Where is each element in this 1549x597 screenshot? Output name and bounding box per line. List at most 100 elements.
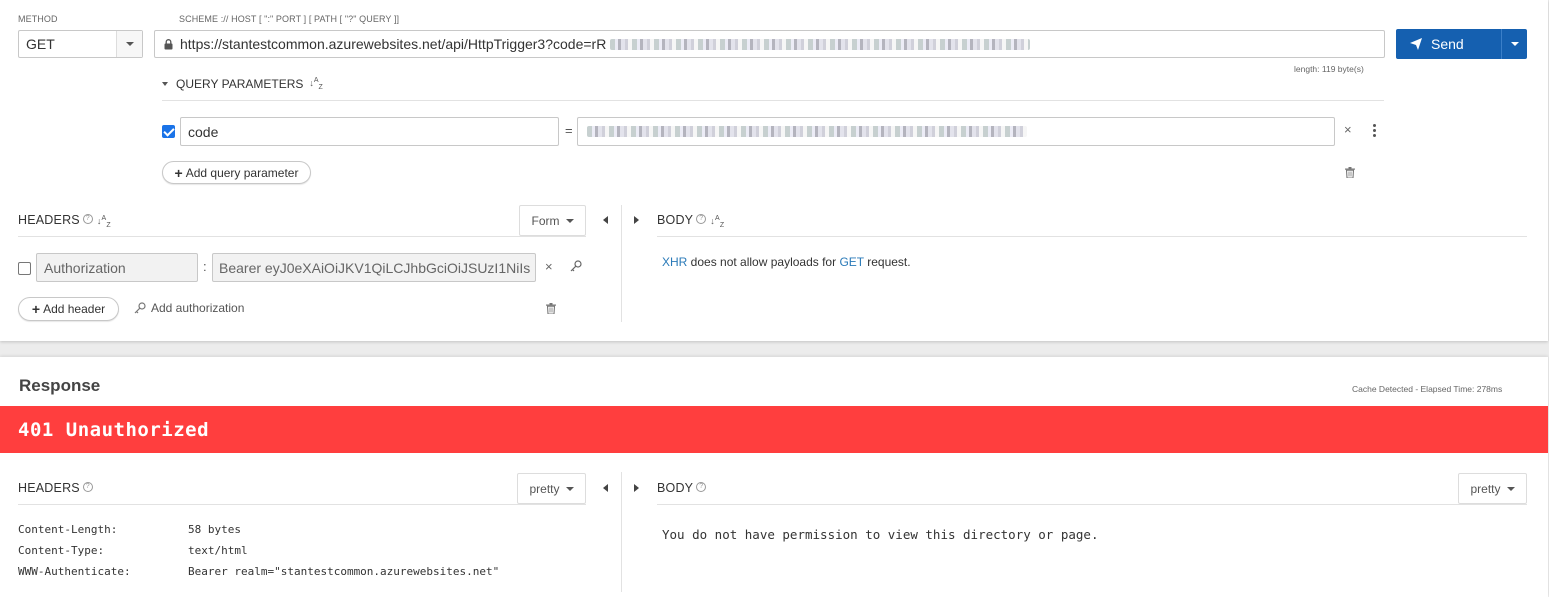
- add-query-parameter-button[interactable]: + Add query parameter: [162, 161, 311, 184]
- chevron-down-icon: [565, 218, 574, 223]
- url-length: length: 119 byte(s): [1294, 64, 1364, 74]
- response-body-title: BODY?: [657, 481, 707, 495]
- add-authorization-button[interactable]: Add authorization: [134, 301, 244, 315]
- request-body-title-text: BODY: [657, 213, 694, 227]
- response-header-value: text/html: [188, 544, 248, 557]
- chevron-down-icon: [565, 486, 574, 491]
- method-value: GET: [26, 36, 55, 52]
- url-input[interactable]: https://stantestcommon.azurewebsites.net…: [154, 30, 1385, 58]
- query-params-toggle[interactable]: QUERY PARAMETERS ↓AZ: [162, 77, 323, 91]
- header-name: Authorization: [44, 259, 126, 276]
- response-header-name: WWW-Authenticate:: [18, 565, 131, 578]
- response-header-value: Bearer realm="stantestcommon.azurewebsit…: [188, 565, 500, 578]
- response-body-mode-dropdown[interactable]: pretty: [1458, 473, 1527, 504]
- header-value-input[interactable]: Bearer eyJ0eXAiOiJKV1QiLCJhbGciOiJSUzI1N…: [212, 253, 536, 282]
- query-param-name-input[interactable]: code: [180, 117, 559, 146]
- header-enabled-checkbox[interactable]: [18, 262, 31, 275]
- collapse-right-icon[interactable]: [634, 484, 639, 492]
- divider: [162, 100, 1384, 101]
- collapse-right-icon[interactable]: [634, 216, 639, 224]
- response-body-text: You do not have permission to view this …: [662, 527, 1099, 542]
- trash-icon[interactable]: [546, 303, 556, 314]
- body-message-end: request.: [863, 255, 911, 269]
- redacted-query-value: [587, 126, 1027, 137]
- method-dropdown-toggle[interactable]: [116, 31, 142, 57]
- get-link[interactable]: GET: [839, 255, 863, 269]
- send-button[interactable]: Send: [1396, 29, 1501, 59]
- query-param-name: code: [188, 123, 219, 140]
- chevron-down-icon: [1510, 42, 1519, 46]
- chevron-down-icon: [125, 42, 134, 46]
- trash-icon[interactable]: [1345, 167, 1355, 178]
- response-panel: Response Cache Detected - Elapsed Time: …: [0, 357, 1548, 597]
- help-icon[interactable]: ?: [696, 214, 707, 224]
- sort-icon[interactable]: ↓AZ: [309, 77, 322, 91]
- response-headers-mode-dropdown[interactable]: pretty: [517, 473, 586, 504]
- query-param-enabled-checkbox[interactable]: [162, 125, 175, 138]
- help-icon[interactable]: ?: [696, 482, 707, 492]
- add-header-button[interactable]: + Add header: [18, 297, 119, 321]
- plus-icon: +: [174, 164, 183, 181]
- status-text: 401 Unauthorized: [18, 419, 210, 441]
- paper-plane-icon: [1410, 38, 1422, 50]
- chevron-down-icon: [162, 82, 168, 86]
- header-name-input[interactable]: Authorization: [36, 253, 198, 282]
- query-params-title: QUERY PARAMETERS: [176, 77, 304, 91]
- response-body-mode-label: pretty: [1470, 481, 1501, 496]
- divider: [18, 504, 586, 505]
- response-header-name: Content-Length:: [18, 523, 118, 536]
- send-button-group: Send: [1396, 29, 1527, 59]
- redacted-url-code: [610, 38, 1031, 50]
- xhr-link[interactable]: XHR: [662, 255, 687, 269]
- status-banner: 401 Unauthorized: [0, 406, 1548, 453]
- url-value: https://stantestcommon.azurewebsites.net…: [180, 36, 607, 52]
- add-header-label: Add header: [43, 302, 106, 316]
- response-headers-title: HEADERS?: [18, 481, 93, 495]
- sort-icon[interactable]: ↓AZ: [710, 215, 724, 229]
- response-headers-title-text: HEADERS: [18, 481, 80, 495]
- response-headers-mode-label: pretty: [529, 481, 560, 496]
- kebab-icon[interactable]: [1373, 124, 1376, 137]
- help-icon[interactable]: ?: [82, 214, 93, 224]
- request-panel: METHOD GET SCHEME :// HOST [ ":" PORT ] …: [0, 0, 1548, 341]
- headers-mode-dropdown[interactable]: Form: [519, 205, 586, 236]
- method-select[interactable]: GET: [18, 30, 143, 58]
- divider: [657, 504, 1527, 505]
- key-icon[interactable]: [570, 260, 582, 272]
- sort-icon[interactable]: ↓AZ: [97, 215, 111, 229]
- panel-splitter[interactable]: [621, 472, 622, 592]
- request-headers-title: HEADERS? ↓AZ: [18, 213, 111, 229]
- body-message: XHR does not allow payloads for GET requ…: [662, 255, 911, 269]
- url-label: SCHEME :// HOST [ ":" PORT ] [ PATH [ "?…: [179, 14, 400, 24]
- chevron-down-icon: [1506, 486, 1515, 491]
- collapse-left-icon[interactable]: [603, 216, 608, 224]
- close-icon[interactable]: ×: [1344, 122, 1352, 137]
- key-icon: [134, 302, 146, 314]
- panel-splitter[interactable]: [621, 205, 622, 322]
- add-query-label: Add query parameter: [185, 165, 299, 180]
- send-options-button[interactable]: [1501, 29, 1527, 59]
- lock-icon: [164, 38, 173, 49]
- header-colon: :: [203, 259, 207, 274]
- request-headers-title-text: HEADERS: [18, 213, 80, 227]
- query-equals: =: [565, 123, 573, 138]
- method-label: METHOD: [18, 14, 58, 24]
- headers-mode-label: Form: [531, 213, 560, 228]
- response-header-value: 58 bytes: [188, 523, 241, 536]
- response-body-title-text: BODY: [657, 481, 694, 495]
- plus-icon: +: [31, 301, 41, 317]
- divider: [657, 236, 1527, 237]
- close-icon[interactable]: ×: [545, 259, 553, 274]
- response-title: Response: [19, 376, 101, 395]
- collapse-left-icon[interactable]: [603, 484, 608, 492]
- request-body-title: BODY? ↓AZ: [657, 213, 724, 229]
- divider: [18, 236, 586, 237]
- response-header-name: Content-Type:: [18, 544, 105, 557]
- query-param-value-input[interactable]: [577, 117, 1335, 146]
- help-icon[interactable]: ?: [82, 482, 93, 492]
- add-auth-label: Add authorization: [151, 301, 245, 315]
- response-meta: Cache Detected - Elapsed Time: 278ms: [1352, 384, 1503, 394]
- send-label: Send: [1431, 36, 1464, 52]
- header-value: Bearer eyJ0eXAiOiJKV1QiLCJhbGciOiJSUzI1N…: [219, 259, 531, 276]
- body-message-text: does not allow payloads for: [687, 255, 840, 269]
